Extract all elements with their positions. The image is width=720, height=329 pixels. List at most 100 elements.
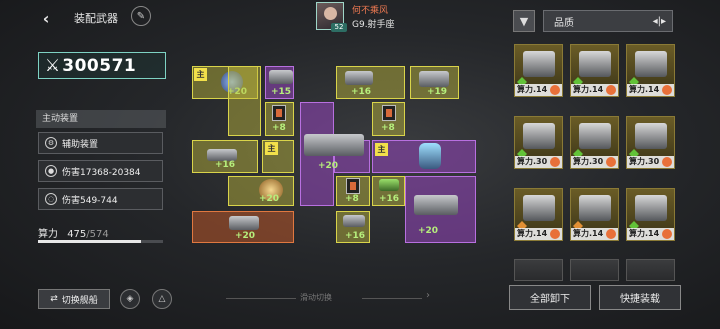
- damage-label-1: 伤害17368-20384: [62, 167, 141, 178]
- quick-equip-button[interactable]: 快捷装载: [599, 285, 681, 310]
- inventory-card[interactable]: 算力.30: [570, 116, 619, 169]
- weapon-slot-5[interactable]: +20: [228, 176, 294, 206]
- inventory-card[interactable]: 算力.14: [626, 44, 675, 97]
- capacity-bar-fill: [38, 240, 142, 243]
- weapon-slot-5b[interactable]: 主: [262, 140, 294, 173]
- plasma-weapon-icon: [419, 143, 441, 169]
- weapon-slot-11[interactable]: +19: [410, 66, 459, 99]
- upgrade-mark-icon: [550, 229, 560, 239]
- fleet-icon[interactable]: △: [152, 289, 172, 309]
- gear-icon: ⚙: [45, 137, 57, 149]
- chip-module-icon: [382, 105, 396, 121]
- artillery-weapon-icon: [414, 195, 458, 215]
- damage-row-2[interactable]: ◌ 伤害549-744: [38, 188, 163, 210]
- capacity-readout: 算力 475/574: [38, 225, 109, 240]
- swipe-divider-left: [226, 298, 296, 299]
- swipe-hint: 滑动切换: [300, 293, 332, 302]
- inventory-card[interactable]: 算力.14: [626, 188, 675, 241]
- combat-power-value: 300571: [62, 55, 137, 76]
- slot-level: +8: [345, 194, 359, 204]
- weapon-slot-9[interactable]: +16: [336, 66, 405, 99]
- weapon-thumbnail-icon: [523, 195, 555, 221]
- weapon-thumbnail-icon: [635, 51, 667, 77]
- inventory-card[interactable]: 算力.14: [570, 44, 619, 97]
- heavy-cannon-weapon-icon: [304, 134, 364, 156]
- weapon-slot-4[interactable]: +16: [192, 140, 258, 173]
- slot-level: +15: [271, 87, 292, 97]
- auxiliary-device-row[interactable]: ⚙ 辅助装置: [38, 132, 163, 154]
- main-weapon-badge: 主: [265, 142, 278, 155]
- upgrade-mark-icon: [606, 85, 616, 95]
- slot-level: +20: [318, 161, 339, 171]
- slot-level: +8: [272, 123, 286, 133]
- weapon-slot-14[interactable]: +20: [405, 176, 476, 243]
- swap-arrows-icon: ⇄: [50, 294, 58, 304]
- player-name: 何不乘风: [352, 6, 389, 16]
- weapon-slot-2[interactable]: +15: [265, 66, 294, 99]
- swipe-divider-right: [362, 298, 422, 299]
- chevron-right-icon: ›: [426, 290, 430, 301]
- weapon-slot-1b[interactable]: [228, 66, 261, 136]
- group-icon: ●: [45, 165, 57, 177]
- slot-level: +16: [345, 231, 366, 241]
- crossed-swords-icon: ⚔: [45, 55, 61, 76]
- switch-ship-button[interactable]: ⇄ 切换舰船: [38, 289, 110, 309]
- inventory-card-partial[interactable]: [514, 259, 563, 281]
- quality-sort-select[interactable]: 品质 ◂|▸: [543, 10, 673, 32]
- inventory-card-partial[interactable]: [626, 259, 675, 281]
- upgrade-mark-icon: [606, 229, 616, 239]
- inventory-card-partial[interactable]: [570, 259, 619, 281]
- player-level-badge: 52: [331, 23, 347, 32]
- switch-ship-label: 切换舰船: [61, 295, 98, 306]
- slot-level: +20: [259, 194, 280, 204]
- weapon-thumbnail-icon: [523, 51, 555, 77]
- sort-toggle-icon: ◂|▸: [652, 15, 666, 27]
- combat-power: ⚔ 300571: [38, 52, 166, 79]
- filter-icon[interactable]: ▼: [513, 10, 535, 32]
- back-arrow-icon[interactable]: ‹: [36, 8, 56, 28]
- weapon-slot-15[interactable]: +16: [336, 211, 370, 243]
- active-equipment-heading: 主动装置: [36, 110, 166, 128]
- weapon-thumbnail-icon: [635, 123, 667, 149]
- weapon-slot-12[interactable]: 主: [372, 140, 476, 173]
- railgun-weapon-icon: [269, 70, 293, 84]
- main-weapon-badge: 主: [194, 68, 207, 81]
- formation-icon[interactable]: ◈: [120, 289, 140, 309]
- main-weapon-badge: 主: [375, 143, 388, 156]
- chip-module-icon: [346, 178, 360, 194]
- chip-module-icon: [272, 105, 286, 121]
- turret-weapon-icon: [229, 216, 259, 230]
- inventory-card[interactable]: 算力.14: [570, 188, 619, 241]
- weapon-thumbnail-icon: [523, 123, 555, 149]
- upgrade-mark-icon: [662, 229, 672, 239]
- upgrade-mark-icon: [662, 85, 672, 95]
- inventory-card[interactable]: 算力.14: [514, 44, 563, 97]
- upgrade-mark-icon: [550, 157, 560, 167]
- slot-level: +16: [379, 194, 400, 204]
- laser-weapon-icon: [379, 179, 399, 191]
- shield-icon: ◌: [45, 193, 57, 205]
- inventory-card[interactable]: 算力.14: [514, 188, 563, 241]
- weapon-slot-10[interactable]: +8: [372, 102, 405, 136]
- weapon-slot-3[interactable]: +8: [265, 102, 294, 136]
- brush-icon[interactable]: ✎: [131, 6, 151, 26]
- capacity-bar: [38, 240, 163, 243]
- inventory-card[interactable]: 算力.30: [626, 116, 675, 169]
- capacity-label: 算力: [38, 229, 58, 240]
- weapon-slot-6[interactable]: +20: [192, 211, 294, 243]
- blaster-weapon-icon: [343, 215, 365, 227]
- upgrade-mark-icon: [550, 85, 560, 95]
- weapon-thumbnail-icon: [635, 195, 667, 221]
- weapon-slot-13[interactable]: +16: [372, 176, 405, 206]
- weapon-thumbnail-icon: [579, 51, 611, 77]
- player-rank: G9.射手座: [352, 20, 395, 30]
- weapon-slot-8[interactable]: +8: [336, 176, 370, 206]
- slot-level: +19: [427, 87, 448, 97]
- inventory-card[interactable]: 算力.30: [514, 116, 563, 169]
- rocket-weapon-icon: [345, 71, 373, 85]
- unload-all-button[interactable]: 全部卸下: [509, 285, 591, 310]
- damage-row-1[interactable]: ● 伤害17368-20384: [38, 160, 163, 182]
- damage-label-2: 伤害549-744: [62, 195, 118, 206]
- launcher-weapon-icon: [419, 71, 449, 87]
- slot-level: +16: [351, 87, 372, 97]
